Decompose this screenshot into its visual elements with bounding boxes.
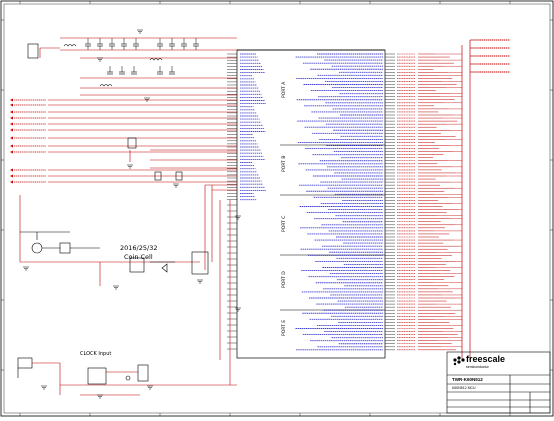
board-name: TWR-K60N512	[452, 377, 483, 382]
coin-cell-label: Coin Cell	[124, 253, 153, 261]
port-a-label: PORT A	[282, 81, 287, 98]
coin-cell-size-label: 2016/25/32	[120, 244, 158, 252]
port-d-label: PORT D	[282, 271, 287, 288]
schematic-sheet: 2016/25/32 Coin Cell CLOCK Input PORT A …	[0, 0, 554, 417]
port-c-label: PORT C	[282, 215, 287, 232]
port-e-label: PORT E	[282, 319, 287, 336]
company-sub-text: semiconductor	[466, 365, 489, 369]
company-logo-text: freescale	[466, 354, 506, 364]
sheet-name: K60N512 MCU	[452, 386, 476, 390]
clock-input-label: CLOCK Input	[80, 351, 112, 357]
port-b-label: PORT B	[282, 155, 287, 172]
